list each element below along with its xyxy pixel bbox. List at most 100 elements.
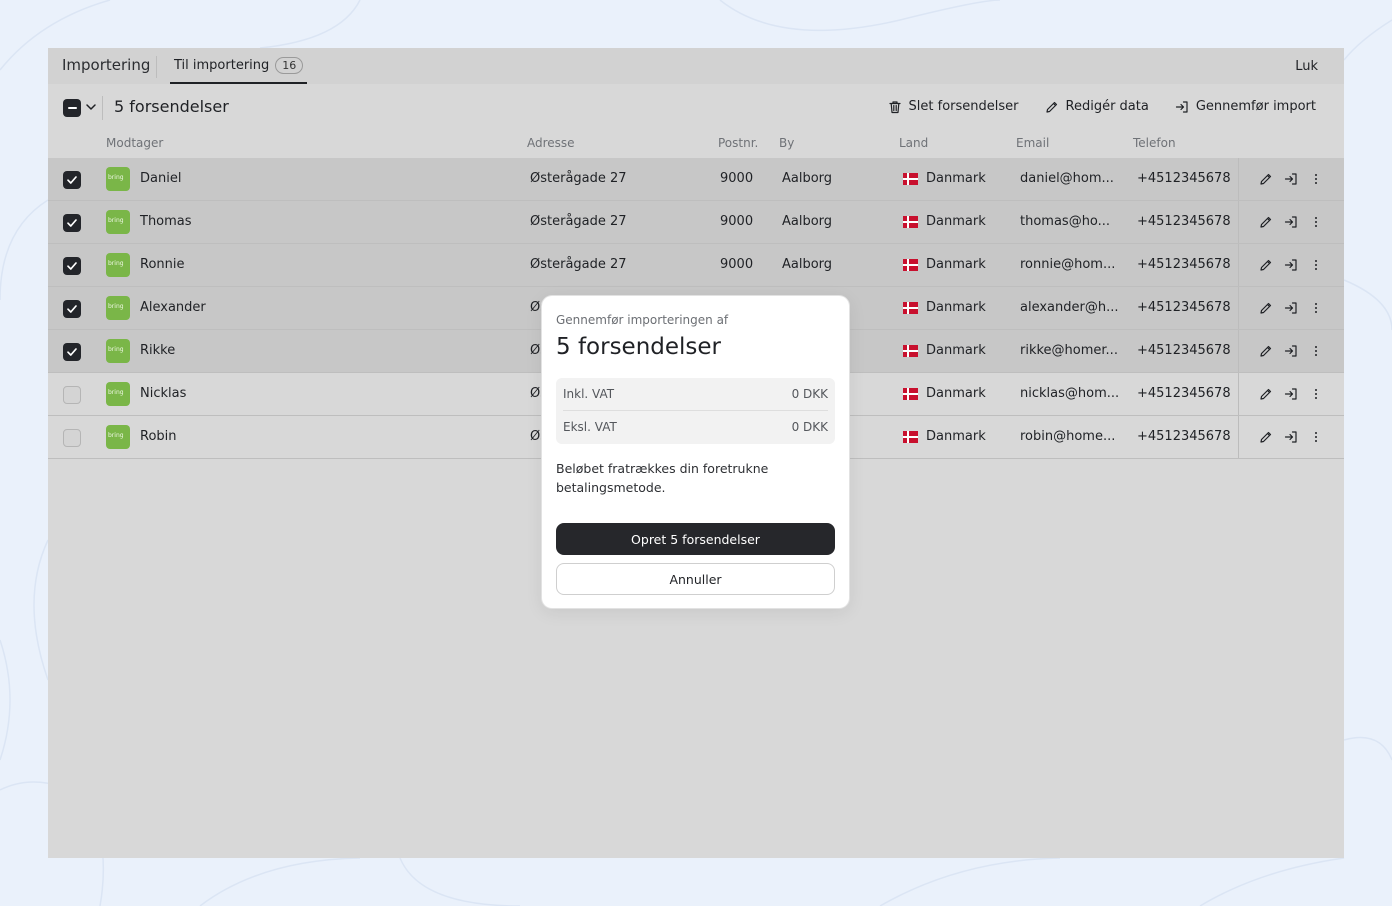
denmark-flag-icon (903, 173, 918, 185)
table-row[interactable]: bring Daniel Østerågade 27 9000 Aalborg … (48, 158, 1344, 201)
more-vertical-icon[interactable] (1309, 215, 1323, 229)
dialog-subtitle: Gennemfør importeringen af (556, 313, 729, 327)
count-badge: 16 (275, 56, 304, 74)
column-header-country[interactable]: Land (899, 136, 928, 150)
email-cell: robin@home... (1020, 429, 1116, 444)
carrier-logo: bring (106, 253, 130, 277)
create-shipments-button[interactable]: Opret 5 forsendelser (556, 523, 835, 555)
carrier-logo-text: bring (108, 303, 124, 310)
chevron-down-icon[interactable] (84, 99, 98, 115)
carrier-logo: bring (106, 210, 130, 234)
tab-bar: Importering Til importering 16 Luk (48, 48, 1344, 84)
country-cell: Danmark (926, 171, 986, 186)
select-all-checkbox[interactable] (63, 99, 81, 117)
tab-divider (156, 56, 157, 78)
cancel-button[interactable]: Annuller (556, 563, 835, 595)
import-row-icon[interactable] (1284, 258, 1298, 272)
denmark-flag-icon (903, 302, 918, 314)
selected-count: 5 forsendelser (114, 97, 229, 116)
delete-shipments-button[interactable]: Slet forsendelser (888, 99, 1019, 114)
check-icon (67, 305, 77, 313)
email-cell: ronnie@hom... (1020, 257, 1116, 272)
address-cell: Østerågade 27 (530, 214, 627, 229)
more-vertical-icon[interactable] (1309, 172, 1323, 186)
actions-divider (1238, 158, 1239, 200)
column-header-phone[interactable]: Telefon (1133, 136, 1176, 150)
trash-icon (888, 100, 901, 113)
close-button[interactable]: Luk (1295, 59, 1318, 74)
city-cell: Aalborg (782, 214, 833, 229)
address-cell: Østerågade 27 (530, 257, 627, 272)
actions-divider (1238, 416, 1239, 458)
email-cell: thomas@ho... (1020, 214, 1111, 229)
row-checkbox[interactable] (63, 429, 81, 447)
row-checkbox[interactable] (63, 214, 81, 232)
recipient-name: Daniel (140, 171, 182, 186)
email-cell: daniel@hom... (1020, 171, 1114, 186)
check-icon (67, 176, 77, 184)
import-row-icon[interactable] (1284, 215, 1298, 229)
column-header-address[interactable]: Adresse (527, 136, 575, 150)
address-cell: Østerågade 27 (530, 171, 627, 186)
column-header-postal[interactable]: Postnr. (718, 136, 758, 150)
email-cell: rikke@homer... (1020, 343, 1118, 358)
phone-cell: +4512345678 (1137, 386, 1231, 401)
country-cell: Danmark (926, 300, 986, 315)
toolbar-divider (102, 96, 103, 120)
edit-row-pencil-icon[interactable] (1259, 215, 1273, 229)
denmark-flag-icon (903, 216, 918, 228)
edit-row-pencil-icon[interactable] (1259, 301, 1273, 315)
table-row[interactable]: bring Thomas Østerågade 27 9000 Aalborg … (48, 201, 1344, 244)
import-row-icon[interactable] (1284, 344, 1298, 358)
city-cell: Aalborg (782, 171, 833, 186)
more-vertical-icon[interactable] (1309, 387, 1323, 401)
incl-vat-value: 0 DKK (791, 387, 828, 401)
edit-row-pencil-icon[interactable] (1259, 172, 1273, 186)
more-vertical-icon[interactable] (1309, 344, 1323, 358)
phone-cell: +4512345678 (1137, 343, 1231, 358)
import-row-icon[interactable] (1284, 172, 1298, 186)
import-row-icon[interactable] (1284, 301, 1298, 315)
edit-row-pencil-icon[interactable] (1259, 430, 1273, 444)
edit-row-pencil-icon[interactable] (1259, 258, 1273, 272)
actions-divider (1238, 201, 1239, 243)
column-header-email[interactable]: Email (1016, 136, 1049, 150)
perform-import-label: Gennemfør import (1195, 99, 1316, 114)
price-summary: Inkl. VAT 0 DKK Eksl. VAT 0 DKK (556, 378, 835, 444)
row-checkbox[interactable] (63, 300, 81, 318)
tab-til-importering[interactable]: Til importering 16 (170, 48, 308, 84)
actions-divider (1238, 244, 1239, 286)
actions-divider (1238, 287, 1239, 329)
row-checkbox[interactable] (63, 171, 81, 189)
row-checkbox[interactable] (63, 257, 81, 275)
carrier-logo: bring (106, 339, 130, 363)
recipient-name: Alexander (140, 300, 206, 315)
import-row-icon[interactable] (1284, 387, 1298, 401)
incl-vat-label: Inkl. VAT (563, 387, 615, 401)
row-checkbox[interactable] (63, 343, 81, 361)
import-row-icon[interactable] (1284, 430, 1298, 444)
edit-row-pencil-icon[interactable] (1259, 344, 1273, 358)
country-cell: Danmark (926, 386, 986, 401)
bulk-toolbar: 5 forsendelser Slet forsendelser Redigér… (48, 84, 1344, 130)
row-checkbox[interactable] (63, 386, 81, 404)
more-vertical-icon[interactable] (1309, 301, 1323, 315)
column-header-recipient[interactable]: Modtager (106, 136, 163, 150)
city-cell: Aalborg (782, 257, 833, 272)
more-vertical-icon[interactable] (1309, 258, 1323, 272)
email-cell: nicklas@hom... (1020, 386, 1120, 401)
price-row-excl-vat: Eksl. VAT 0 DKK (556, 411, 835, 444)
column-header-city[interactable]: By (779, 136, 794, 150)
tab-til-importering-label: Til importering (174, 57, 270, 73)
recipient-name: Rikke (140, 343, 176, 358)
carrier-logo-text: bring (108, 389, 124, 396)
more-vertical-icon[interactable] (1309, 430, 1323, 444)
confirm-import-dialog: Gennemfør importeringen af 5 forsendelse… (542, 296, 849, 608)
perform-import-button[interactable]: Gennemfør import (1175, 99, 1316, 114)
postal-cell: 9000 (720, 257, 754, 272)
phone-cell: +4512345678 (1137, 214, 1231, 229)
edit-data-button[interactable]: Redigér data (1045, 99, 1149, 114)
edit-row-pencil-icon[interactable] (1259, 387, 1273, 401)
table-row[interactable]: bring Ronnie Østerågade 27 9000 Aalborg … (48, 244, 1344, 287)
tab-importering[interactable]: Importering (62, 56, 150, 74)
